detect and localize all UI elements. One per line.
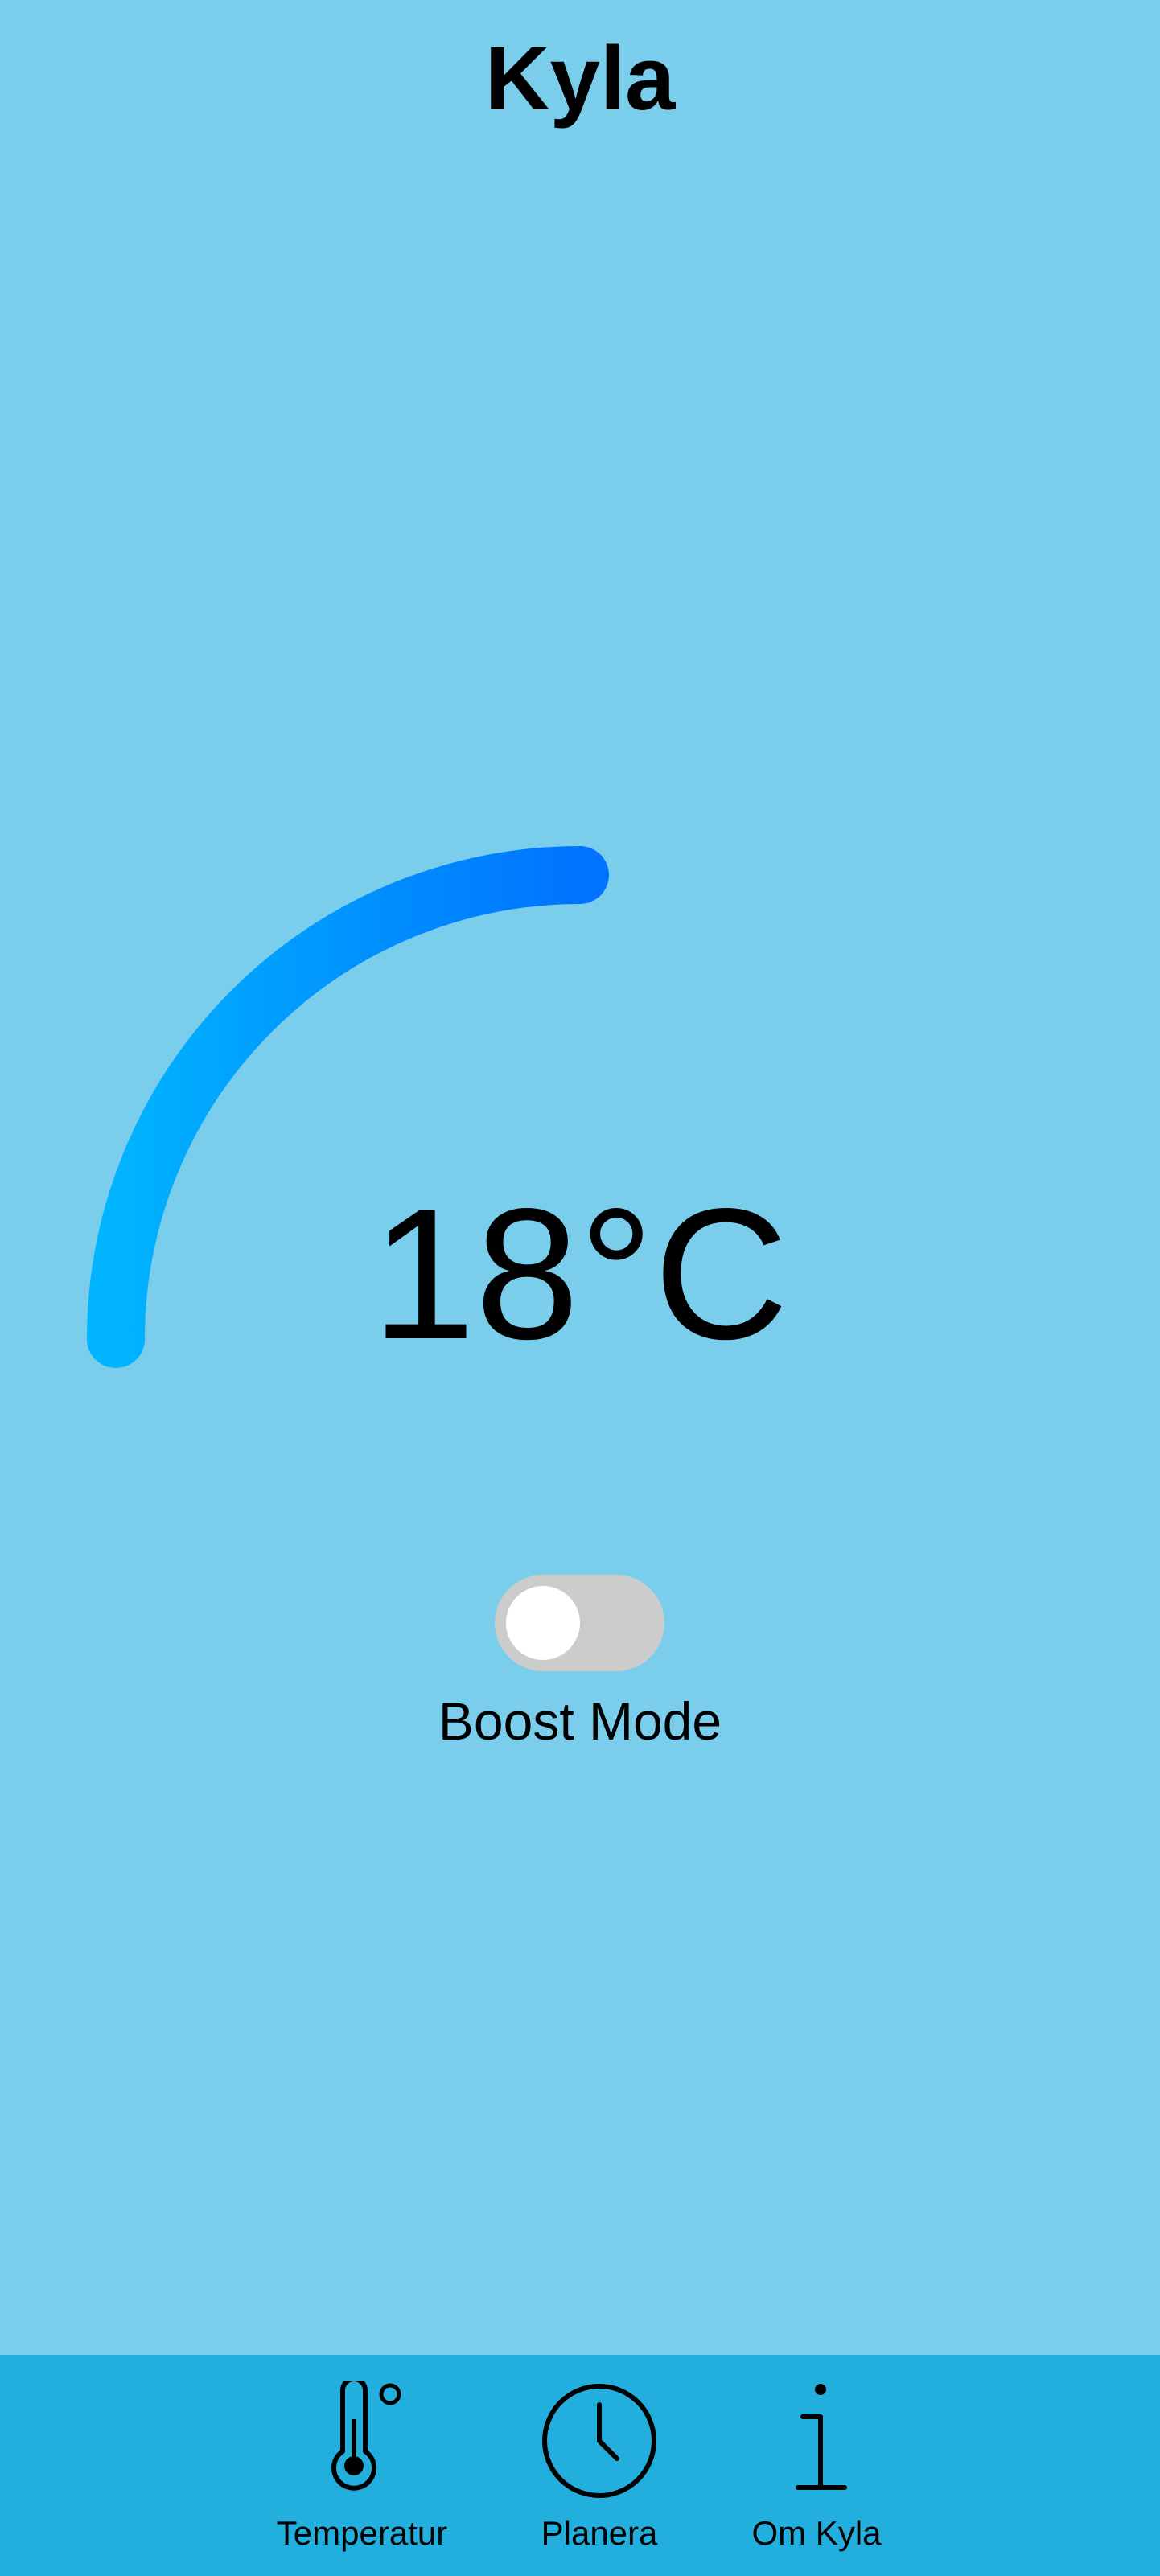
app-title: Kyla <box>484 28 676 129</box>
bottom-nav: Temperatur Planera Om Kyla <box>0 2355 1160 2576</box>
temperature-readout: 18°C <box>371 1170 789 1378</box>
nav-item-planera[interactable]: Planera <box>507 2355 692 2576</box>
clock-icon <box>507 2381 692 2501</box>
temperature-gauge <box>87 846 609 1368</box>
nav-label-planera: Planera <box>541 2514 658 2552</box>
nav-label-temperatur: Temperatur <box>276 2514 448 2552</box>
nav-item-om-kyla[interactable]: Om Kyla <box>724 2355 909 2576</box>
boost-mode-toggle[interactable] <box>495 1575 664 1671</box>
nav-item-temperatur[interactable]: Temperatur <box>265 2355 459 2576</box>
thermometer-icon <box>265 2381 459 2501</box>
info-icon <box>724 2381 909 2501</box>
boost-mode-label: Boost Mode <box>438 1691 722 1751</box>
nav-label-om-kyla: Om Kyla <box>751 2514 882 2552</box>
toggle-knob <box>506 1586 580 1660</box>
